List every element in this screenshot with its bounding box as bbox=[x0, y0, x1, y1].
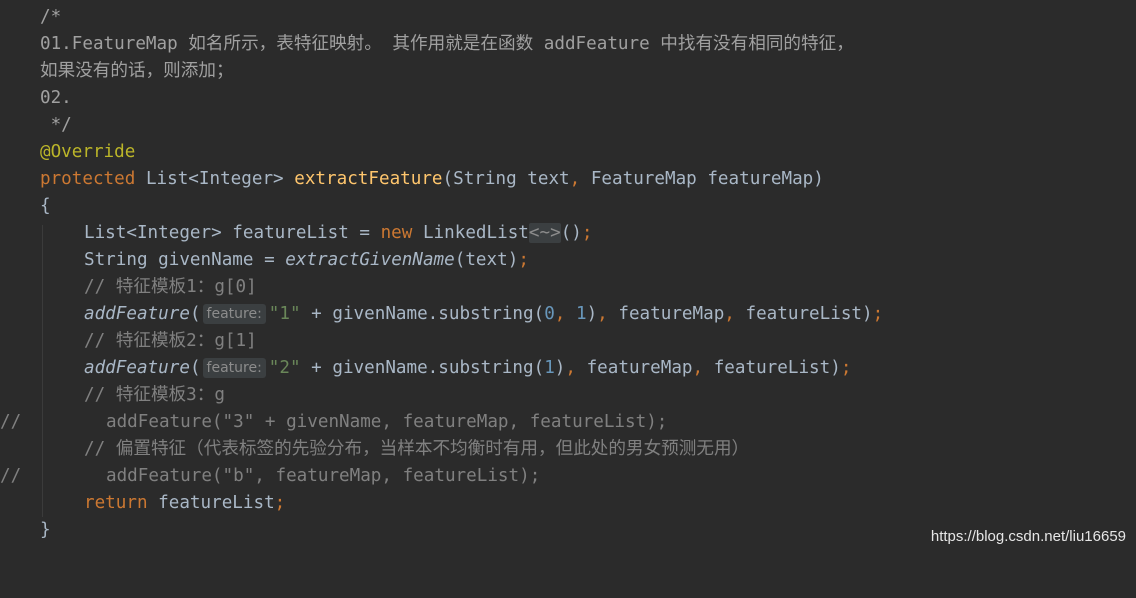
code-text: String givenName = bbox=[84, 250, 286, 270]
code-editor[interactable]: /* 01.FeatureMap 如名所示，表特征映射。 其作用就是在函数 ad… bbox=[0, 0, 1136, 555]
code-line[interactable]: 如果没有的话，则添加； bbox=[0, 58, 1136, 85]
line-comment: // 偏置特征（代表标签的先验分布，当样本不均衡时有用，但此处的男女预测无用） bbox=[84, 439, 750, 459]
commented-out-marker: // bbox=[0, 466, 22, 486]
statement: List<Integer> featureList = new LinkedLi… bbox=[84, 220, 592, 247]
comment-text: 02. bbox=[40, 88, 72, 108]
code-text: ) bbox=[586, 304, 598, 324]
code-line[interactable]: // 特征模板1：g[0] bbox=[0, 274, 1136, 301]
code-line[interactable]: // 偏置特征（代表标签的先验分布，当样本不均衡时有用，但此处的男女预测无用） bbox=[0, 436, 1136, 463]
comment-text: /* bbox=[40, 7, 62, 27]
code-line[interactable]: { bbox=[0, 193, 1136, 220]
semicolon: ; bbox=[274, 493, 286, 513]
keyword: new bbox=[380, 223, 413, 243]
statement: addFeature(feature: "1" + givenName.subst… bbox=[84, 301, 883, 328]
diamond-fold[interactable]: <~> bbox=[528, 223, 561, 243]
code-line[interactable]: addFeature(feature: "2" + givenName.subst… bbox=[0, 355, 1136, 382]
code-line[interactable]: protected List<Integer> extractFeature(S… bbox=[0, 166, 1136, 193]
code-text: featureList) bbox=[703, 358, 841, 378]
code-text: featureMap bbox=[575, 358, 693, 378]
params: (String text bbox=[442, 169, 570, 189]
commented-out-code: addFeature("3" + givenName, featureMap, … bbox=[106, 412, 668, 432]
method-signature: protected List<Integer> extractFeature(S… bbox=[40, 166, 824, 193]
code-line[interactable]: return featureList; bbox=[0, 490, 1136, 517]
comma: , bbox=[724, 304, 735, 324]
semicolon: ; bbox=[872, 304, 884, 324]
keyword: return bbox=[84, 493, 148, 513]
return-statement: return featureList; bbox=[84, 490, 285, 517]
commented-out-marker: // bbox=[0, 412, 22, 432]
statement: addFeature(feature: "2" + givenName.subst… bbox=[84, 355, 851, 382]
code-line[interactable]: // 特征模板2：g[1] bbox=[0, 328, 1136, 355]
code-line[interactable]: addFeature(feature: "1" + givenName.subst… bbox=[0, 301, 1136, 328]
number-literal: 1 bbox=[544, 358, 555, 378]
method-call[interactable]: extractGivenName bbox=[285, 250, 454, 270]
code-line[interactable]: */ bbox=[0, 112, 1136, 139]
string-literal: "2" bbox=[268, 358, 301, 378]
code-text: featureList bbox=[147, 493, 275, 513]
semicolon: ; bbox=[581, 223, 593, 243]
code-line[interactable]: // addFeature("3" + givenName, featureMa… bbox=[0, 409, 1136, 436]
code-text: featureList) bbox=[734, 304, 873, 324]
return-type: List<Integer> bbox=[145, 169, 284, 189]
comment-text: 如果没有的话，则添加； bbox=[40, 61, 234, 81]
code-text: ) bbox=[554, 358, 566, 378]
params: FeatureMap featureMap) bbox=[580, 169, 824, 189]
line-comment: // 特征模板1：g[0] bbox=[84, 277, 257, 297]
code-line[interactable]: 01.FeatureMap 如名所示，表特征映射。 其作用就是在函数 addFe… bbox=[0, 31, 1136, 58]
code-text: ( bbox=[189, 358, 201, 378]
close-brace: } bbox=[40, 520, 51, 540]
method-call[interactable]: addFeature bbox=[84, 304, 190, 324]
commented-out-code: addFeature("b", featureMap, featureList)… bbox=[106, 466, 541, 486]
number-literal: 0 bbox=[544, 304, 555, 324]
method-call[interactable]: addFeature bbox=[84, 358, 190, 378]
line-comment: // 特征模板2：g[1] bbox=[84, 331, 257, 351]
comma: , bbox=[569, 169, 581, 189]
code-line[interactable]: String givenName = extractGivenName(text… bbox=[0, 247, 1136, 274]
code-text: LinkedList bbox=[412, 223, 529, 243]
comment-text: */ bbox=[40, 115, 72, 135]
comma: , bbox=[565, 358, 576, 378]
code-line[interactable]: /* bbox=[0, 4, 1136, 31]
code-text: + givenName.substring( bbox=[300, 304, 545, 324]
code-line[interactable]: 02. bbox=[0, 85, 1136, 112]
code-text: (text) bbox=[454, 250, 519, 270]
semicolon: ; bbox=[518, 250, 529, 270]
code-text: List<Integer> featureList = bbox=[84, 223, 381, 243]
parameter-hint: feature: bbox=[202, 304, 266, 324]
method-name[interactable]: extractFeature bbox=[294, 169, 442, 189]
line-comment: // 特征模板3：g bbox=[84, 385, 225, 405]
comma: , bbox=[597, 304, 608, 324]
code-line[interactable]: List<Integer> featureList = new LinkedLi… bbox=[0, 220, 1136, 247]
code-line[interactable]: // addFeature("b", featureMap, featureLi… bbox=[0, 463, 1136, 490]
string-literal: "1" bbox=[268, 304, 301, 324]
statement: String givenName = extractGivenName(text… bbox=[84, 247, 529, 274]
code-text: featureMap bbox=[607, 304, 725, 324]
code-text: ( bbox=[189, 304, 201, 324]
comma: , bbox=[692, 358, 704, 378]
code-text: () bbox=[560, 223, 582, 243]
code-line[interactable]: @Override bbox=[0, 139, 1136, 166]
semicolon: ; bbox=[840, 358, 852, 378]
number-literal: 1 bbox=[565, 304, 587, 324]
parameter-hint: feature: bbox=[202, 358, 266, 378]
comma: , bbox=[554, 304, 566, 324]
comment-text: 01.FeatureMap 如名所示，表特征映射。 其作用就是在函数 addFe… bbox=[40, 34, 854, 54]
code-line[interactable]: // 特征模板3：g bbox=[0, 382, 1136, 409]
code-text: + givenName.substring( bbox=[300, 358, 545, 378]
open-brace: { bbox=[40, 196, 51, 216]
watermark-url: https://blog.csdn.net/liu16659 bbox=[930, 528, 1126, 545]
keyword: protected bbox=[40, 169, 136, 189]
override-annotation: @Override bbox=[40, 142, 136, 162]
